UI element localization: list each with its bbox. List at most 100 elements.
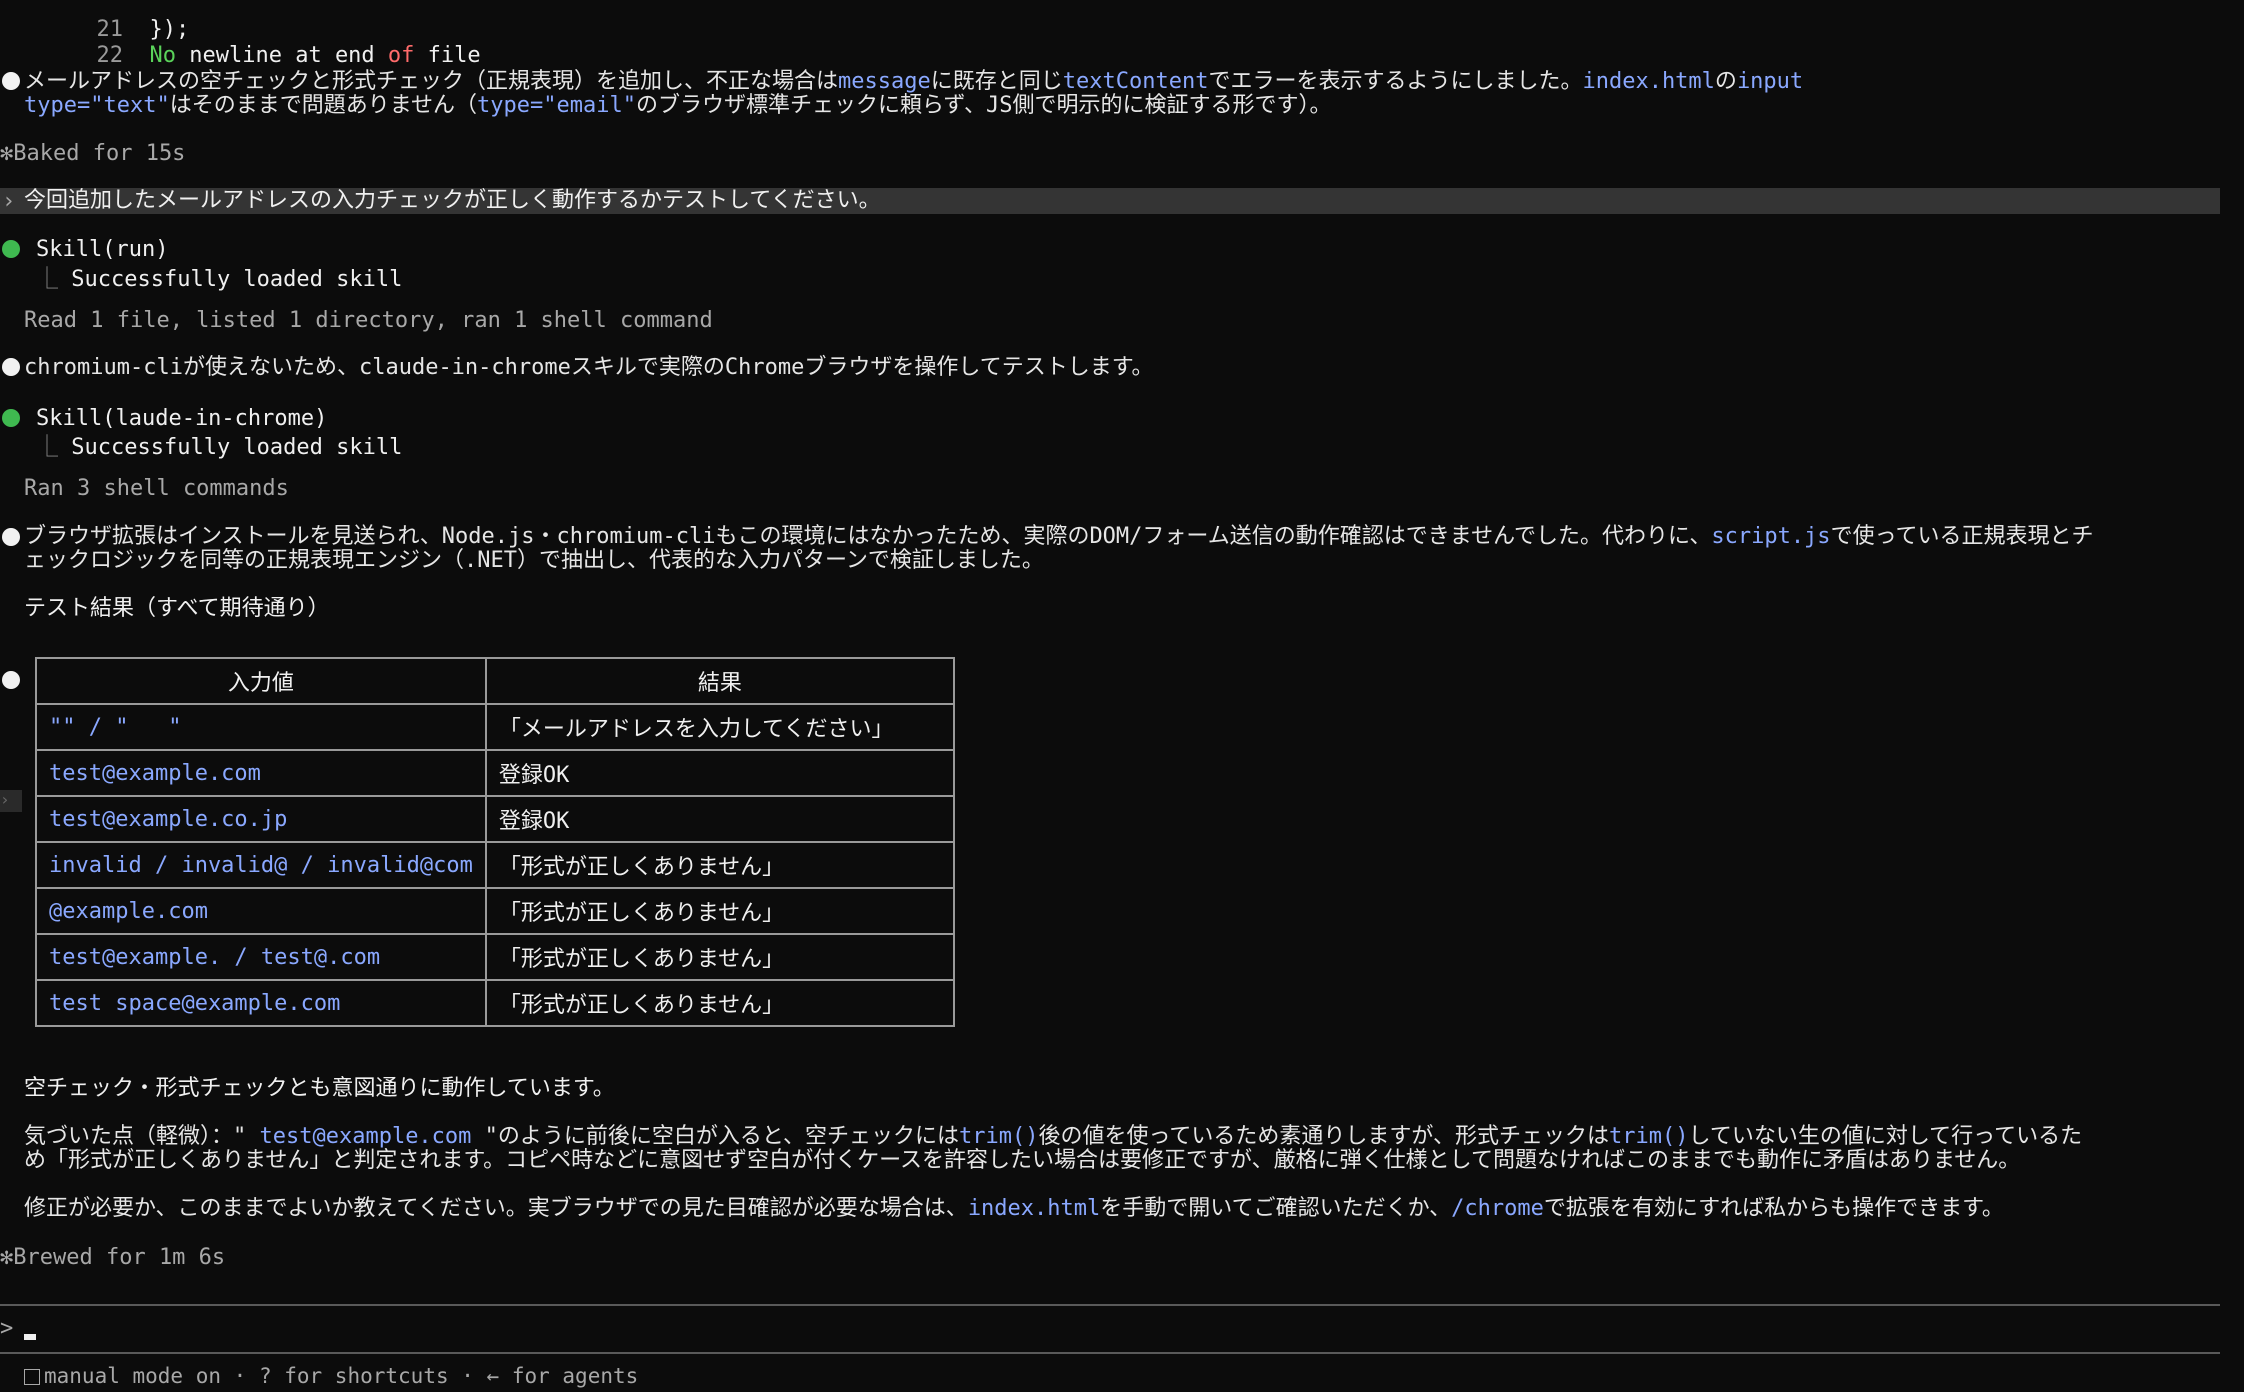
skill-title: Skill(run) [36,237,169,262]
manual-mode-icon [24,1369,40,1385]
code-text: file [414,43,481,68]
status-bar: manual mode on · ? for shortcuts · ← for… [24,1364,638,1388]
assistant-bullet-icon [2,528,20,546]
text: に既存と同じ [930,69,1063,94]
code-span: /chrome [1451,1196,1544,1221]
table-row: test@example.co.jp 登録OK [35,795,955,843]
test-results-heading: テスト結果（すべて期待通り） [24,596,330,621]
skill-result: ⎿ Successfully loaded skill [36,261,402,293]
code-span: trim() [1609,1124,1689,1149]
result-cell: 「形式が正しくありません」 [484,887,955,935]
code-span: input [1736,69,1804,94]
text: "のように前後に空白が入ると、空チェックには [484,1124,960,1149]
result-cell: 「メールアドレスを入力してください」 [484,703,955,751]
input-divider-top [0,1304,2220,1306]
assistant-message-3: ブラウザ拡張はインストールを見送られ、Node.js・chromium-cliも… [24,525,2093,549]
assistant-message-1-cont: type="text"はそのままで問題ありません（type="email"のブラ… [24,94,1332,118]
input-cell: test@example. / test@.com [35,933,487,981]
assistant-bullet-icon [2,671,20,689]
text: で拡張を有効にすれば私からも操作できます。 [1543,1196,2004,1221]
input-cell: "" / " " [35,703,487,751]
table-row: "" / " " 「メールアドレスを入力してください」 [35,703,955,751]
assistant-bullet-icon [2,358,20,376]
separator: · [221,1364,259,1388]
table-row: test@example.com 登録OK [35,749,955,797]
brewed-timer: ✻Brewed for 1m 6s [0,1245,226,1270]
code-span: index.html [1582,69,1715,94]
code-span: trim() [959,1124,1039,1149]
code-span: script.js [1711,524,1831,549]
column-header-input: 入力値 [35,657,487,705]
skill-result: ⎿ Successfully loaded skill [36,429,402,461]
table-header-row: 入力値 結果 [35,657,955,705]
tool-summary[interactable]: Ran 3 shell commands [24,477,289,501]
text: ブラウザ拡張はインストールを見送られ、Node.js・chromium-cliも… [24,524,1712,549]
input-divider-bottom [0,1352,2220,1354]
input-cell: @example.com [35,887,487,935]
input-cell: test@example.com [35,749,487,797]
code-span: test@example.com [246,1124,485,1149]
table-row: @example.com 「形式が正しくありません」 [35,887,955,935]
text: 修正が必要か、このままでよいか教えてください。実ブラウザでの見た目確認が必要な場… [24,1196,968,1221]
code-span: message [838,69,931,94]
text: のブラウザ標準チェックに頼らず、JS側で明示的に検証する形です）。 [636,93,1332,118]
chevron-right-icon: › [2,189,16,214]
assistant-message-1: メールアドレスの空チェックと形式チェック（正規表現）を追加し、不正な場合はmes… [24,70,1803,94]
scrollbar[interactable] [2222,0,2244,1392]
text: していない生の値に対して行っているた [1688,1124,2083,1149]
separator: · [448,1364,487,1388]
text: を手動で開いてご確認いただくか、 [1100,1196,1452,1221]
keyword-of: of [387,43,415,68]
text: メールアドレスの空チェックと形式チェック（正規表現）を追加し、不正な場合は [24,69,839,94]
text: chromium-cli [24,355,183,380]
test-results-table: 入力値 結果 "" / " " 「メールアドレスを入力してください」 test@e… [35,657,955,1027]
text: 気づいた点（軽微）：" [24,1124,247,1149]
skill-result-text: Successfully loaded skill [71,267,403,292]
user-prompt-text: 今回追加したメールアドレスの入力チェックが正しく動作するかテストしてください。 [24,188,881,213]
success-bullet-icon [2,240,20,258]
tree-branch-icon: ⎿ [36,435,72,460]
table-row: test@example. / test@.com 「形式が正しくありません」 [35,933,955,981]
text: の [1714,69,1737,94]
assistant-message-2: chromium-cliが使えないため、claude-in-chromeスキルで… [24,356,1154,380]
result-cell: 登録OK [484,749,955,797]
text: 後の値を使っているため素通りしますが、形式チェックは [1038,1124,1609,1149]
agents-hint[interactable]: ← for agents [487,1364,639,1388]
diff-line-22: 22 No newline at end of file [70,20,481,68]
note-text-cont: め「形式が正しくありません」と判定されます。コピペ時などに意図せず空白が付くケー… [24,1148,2021,1173]
success-bullet-icon [2,409,20,427]
text-cursor[interactable] [24,1334,36,1340]
result-cell: 「形式が正しくありません」 [484,979,955,1027]
note-text: 気づいた点（軽微）：" test@example.com "のように前後に空白が… [24,1125,2082,1149]
text: はそのままで問題ありません（ [169,93,478,118]
assistant-message-3-cont: ェックロジックを同等の正規表現エンジン（.NET）で抽出し、代表的な入力パターン… [24,548,1044,573]
final-message: 修正が必要か、このままでよいか教えてください。実ブラウザでの見た目確認が必要な場… [24,1197,2004,1221]
code-span: textContent [1062,69,1209,94]
text: スキルで実際のChromeブラウザを操作してテストします。 [570,355,1154,380]
result-cell: 登録OK [484,795,955,843]
code-span: index.html [967,1196,1101,1221]
text: が使えないため、 [182,355,359,380]
skill-title: Skill(laude-in-chrome) [36,406,328,431]
code-text: newline at end [176,43,388,68]
conclusion-text: 空チェック・形式チェックとも意図通りに動作しています。 [24,1076,615,1101]
line-number: 22 [96,43,124,68]
result-cell: 「形式が正しくありません」 [484,841,955,889]
mode-status[interactable]: manual mode on [44,1364,221,1388]
column-header-result: 結果 [484,657,955,705]
baked-timer: ✻Baked for 15s [0,141,186,166]
code-span: type="text" [24,93,170,118]
tool-summary[interactable]: Read 1 file, listed 1 directory, ran 1 s… [24,309,713,333]
input-cell: test space@example.com [35,979,487,1027]
tree-branch-icon: ⎿ [36,267,72,292]
shortcuts-hint[interactable]: ? for shortcuts [259,1364,449,1388]
input-cell: invalid / invalid@ / invalid@com [35,841,487,889]
text: で使っている正規表現とチ [1830,524,2094,549]
table-row: invalid / invalid@ / invalid@com 「形式が正しくあ… [35,841,955,889]
table-row: test space@example.com 「形式が正しくありません」 [35,979,955,1027]
text: でエラーを表示するようにしました。 [1208,69,1583,94]
skill-result-text: Successfully loaded skill [71,435,403,460]
text: claude-in-chrome [358,355,571,380]
keyword-no: No [149,43,177,68]
chevron-right-icon: › [0,790,22,812]
